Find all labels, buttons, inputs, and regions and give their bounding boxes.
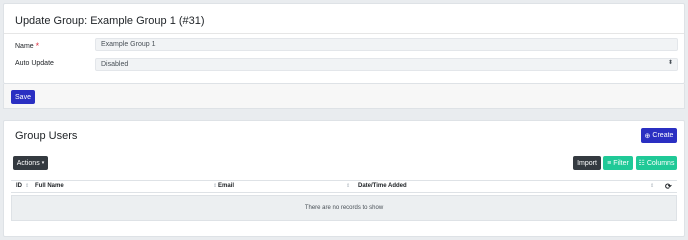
auto-update-select[interactable]: Disabled ⬍	[95, 58, 678, 71]
column-header-full-name[interactable]: Full Name	[35, 181, 64, 192]
columns-icon: ☷	[638, 160, 645, 167]
refresh-icon[interactable]: ⟳	[665, 181, 672, 192]
import-button[interactable]: Import	[573, 156, 601, 170]
sort-icon[interactable]: ⇕	[650, 181, 654, 192]
plus-circle-icon: ⊕	[644, 132, 651, 140]
update-group-card: Update Group: Example Group 1 (#31) Name…	[3, 3, 685, 84]
sort-icon[interactable]: ⇕	[346, 181, 350, 192]
column-header-id[interactable]: ID	[16, 181, 22, 192]
empty-table-message: There are no records to show	[11, 195, 677, 221]
update-card-footer	[3, 84, 685, 109]
name-input[interactable]: Example Group 1	[95, 38, 678, 51]
save-button[interactable]: Save	[11, 90, 35, 104]
actions-dropdown-button[interactable]: Actions ▾	[13, 156, 48, 170]
required-indicator: *	[35, 41, 40, 51]
filter-list-icon: ≡	[607, 159, 612, 167]
create-button[interactable]: ⊕ Create	[641, 128, 677, 143]
name-label: Name *	[15, 41, 40, 51]
page-title: Update Group: Example Group 1 (#31)	[15, 15, 205, 27]
auto-update-label: Auto Update	[15, 60, 54, 67]
column-header-date-added[interactable]: Date/Time Added	[358, 181, 407, 192]
select-arrows-icon: ⬍	[667, 60, 673, 66]
sort-icon[interactable]: ⇕	[213, 181, 217, 192]
filter-button[interactable]: ≡ Filter	[603, 156, 633, 170]
section-title: Group Users	[15, 130, 78, 142]
caret-down-icon: ▾	[41, 160, 45, 166]
table-header: ID ⇕ Full Name ⇕ Email ⇕ Date/Time Added…	[11, 180, 677, 193]
column-header-email[interactable]: Email	[218, 181, 234, 192]
columns-button[interactable]: ☷ Columns	[636, 156, 677, 170]
divider	[4, 33, 684, 34]
sort-icon[interactable]: ⇕	[25, 181, 29, 192]
